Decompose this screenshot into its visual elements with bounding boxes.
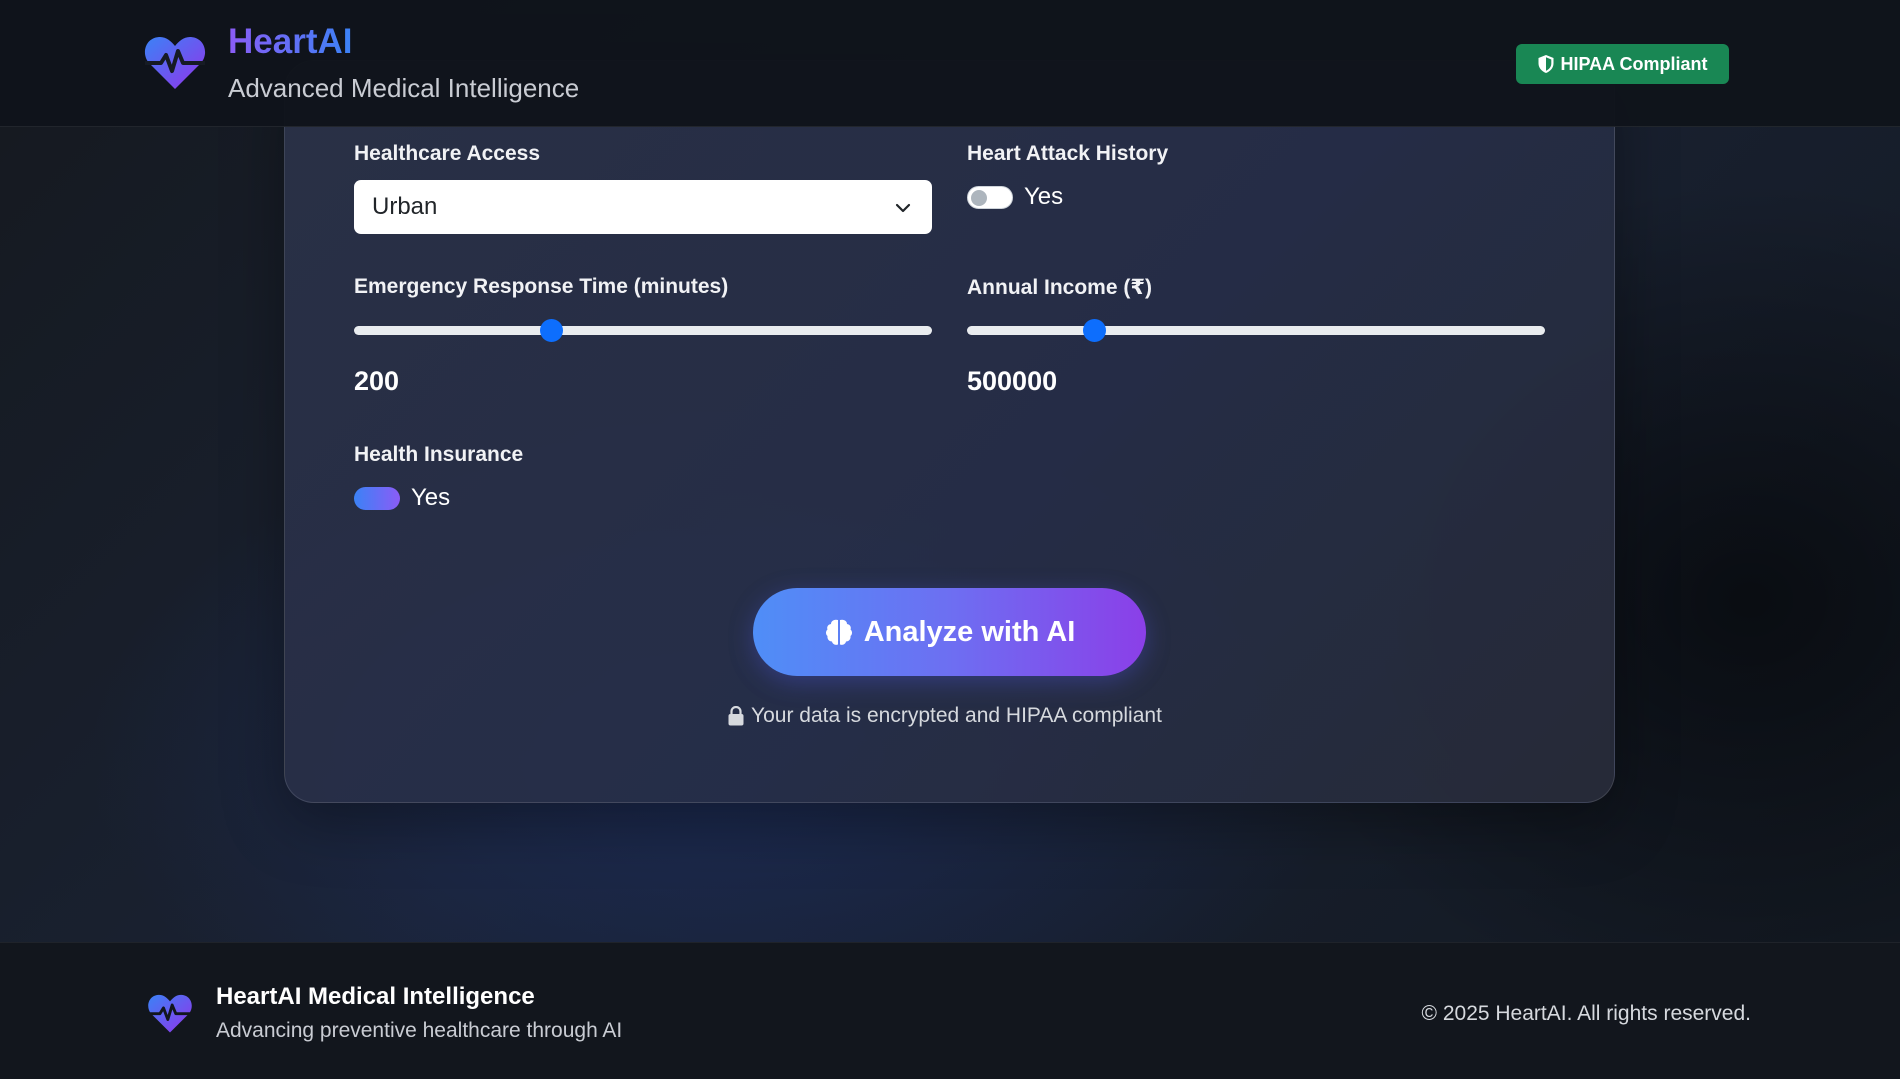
heart-attack-history-toggle-label[interactable]: Yes <box>1024 183 1063 211</box>
heart-pulse-icon <box>144 36 206 89</box>
slider-thumb[interactable] <box>1083 319 1106 342</box>
page-footer: HeartAI Medical Intelligence Advancing p… <box>0 942 1900 1079</box>
lock-icon <box>728 706 744 726</box>
hipaa-badge-label: HIPAA Compliant <box>1560 53 1708 74</box>
healthcare-access-value: Urban <box>372 193 438 220</box>
brand-title[interactable]: HeartAI <box>228 22 352 62</box>
emergency-response-time-value: 200 <box>354 366 400 396</box>
slider-track <box>967 326 1545 335</box>
chevron-down-icon <box>895 203 911 213</box>
security-note: Your data is encrypted and HIPAA complia… <box>727 704 1173 728</box>
annual-income-label: Annual Income (₹) <box>967 276 1152 299</box>
hipaa-badge: HIPAA Compliant <box>1516 44 1729 84</box>
annual-income-value: 500000 <box>967 366 1058 396</box>
health-insurance-toggle-label[interactable]: Yes <box>411 484 450 512</box>
toggle-knob <box>381 490 397 506</box>
brain-icon <box>825 619 852 645</box>
slider-thumb[interactable] <box>540 319 563 342</box>
health-insurance-label: Health Insurance <box>354 443 524 466</box>
footer-copyright: © 2025 HeartAI. All rights reserved. <box>1421 1002 1751 1025</box>
shield-icon <box>1538 55 1553 73</box>
toggle-knob <box>971 190 987 206</box>
top-header: HeartAI Advanced Medical Intelligence HI… <box>0 0 1900 127</box>
emergency-response-time-label: Emergency Response Time (minutes) <box>354 275 729 298</box>
brand-subtitle: Advanced Medical Intelligence <box>228 73 580 103</box>
slider-track <box>354 326 932 335</box>
heart-attack-history-toggle[interactable] <box>967 186 1013 209</box>
healthcare-access-label: Healthcare Access <box>354 142 541 165</box>
health-insurance-toggle[interactable] <box>354 487 400 510</box>
annual-income-slider[interactable] <box>967 318 1545 342</box>
security-note-text: Your data is encrypted and HIPAA complia… <box>751 704 1162 727</box>
analyze-with-ai-button[interactable]: Analyze with AI <box>753 588 1146 676</box>
healthcare-access-select[interactable]: Urban <box>354 180 932 234</box>
heart-pulse-icon <box>148 994 192 1033</box>
emergency-response-time-slider[interactable] <box>354 318 932 342</box>
heart-attack-history-label: Heart Attack History <box>967 142 1169 165</box>
footer-tagline: Advancing preventive healthcare through … <box>216 1019 623 1042</box>
assessment-form-card <box>284 60 1615 803</box>
footer-title: HeartAI Medical Intelligence <box>216 983 535 1010</box>
analyze-button-label: Analyze with AI <box>863 615 1076 648</box>
